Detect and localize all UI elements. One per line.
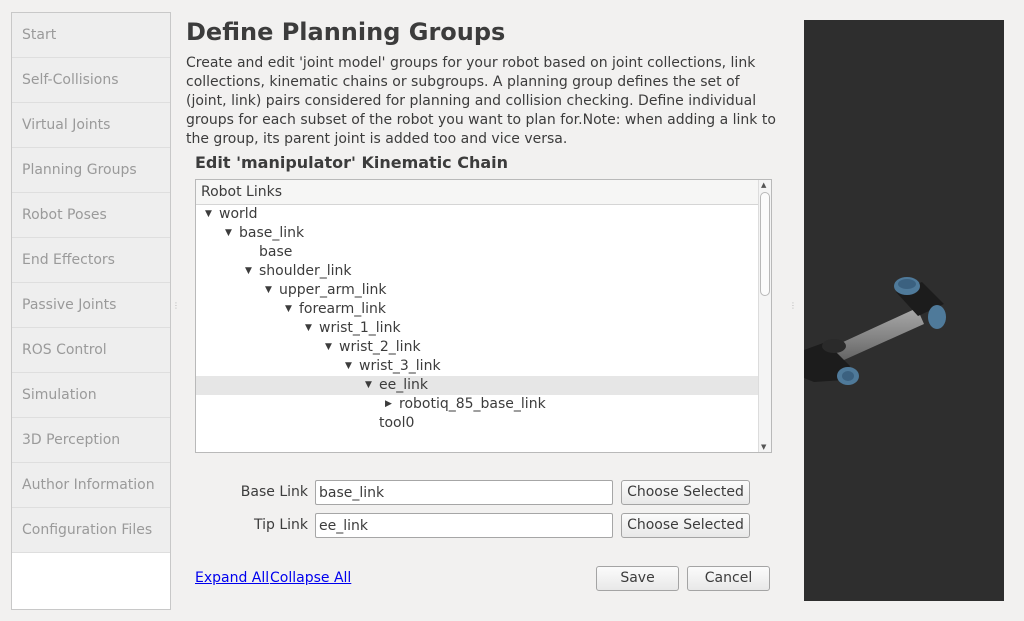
tree-vertical-scrollbar[interactable]: ▲ ▼ (758, 180, 771, 452)
tree-node-wrist-2-link[interactable]: ▼ wrist_2_link (196, 338, 759, 357)
tree-node-label: tool0 (379, 415, 415, 431)
tree-node-ee-link[interactable]: ▼ ee_link (196, 376, 759, 395)
tree-node-label: robotiq_85_base_link (399, 396, 546, 412)
page-title: Define Planning Groups (186, 18, 506, 46)
expanded-arrow-icon[interactable]: ▼ (325, 338, 332, 357)
robot-arm-render (804, 277, 946, 385)
tip-link-choose-selected-button[interactable]: Choose Selected (621, 513, 750, 538)
tree-node-label: wrist_2_link (339, 339, 421, 355)
tree-node-base[interactable]: base (196, 243, 759, 262)
sidebar-item-ros-control[interactable]: ROS Control (12, 328, 170, 373)
robot-3d-viewer[interactable] (804, 20, 1004, 601)
expanded-arrow-icon[interactable]: ▼ (305, 319, 312, 338)
tip-link-input[interactable] (315, 513, 613, 538)
tree-node-label: base (259, 244, 293, 260)
scrollbar-thumb[interactable] (760, 192, 770, 296)
wrist-joint-cap-side (928, 305, 946, 329)
tree-node-world[interactable]: ▼ world (196, 205, 759, 224)
scroll-up-arrow-icon[interactable]: ▲ (761, 181, 766, 189)
tree-node-label: forearm_link (299, 301, 387, 317)
sidebar-item-3d-perception[interactable]: 3D Perception (12, 418, 170, 463)
right-splitter-handle[interactable]: ⋮ (789, 302, 797, 310)
tree-header: Robot Links (196, 180, 759, 205)
sidebar-item-robot-poses[interactable]: Robot Poses (12, 193, 170, 238)
sidebar-item-start[interactable]: Start (12, 13, 170, 58)
collapse-all-link[interactable]: Collapse All (270, 570, 351, 586)
wizard-sidebar: Start Self-Collisions Virtual Joints Pla… (11, 12, 171, 610)
base-link-label: Base Link (240, 484, 308, 500)
expanded-arrow-icon[interactable]: ▼ (245, 262, 252, 281)
scroll-down-arrow-icon[interactable]: ▼ (761, 443, 766, 451)
section-title: Edit 'manipulator' Kinematic Chain (195, 153, 509, 172)
tree-node-label: world (219, 206, 258, 222)
expanded-arrow-icon[interactable]: ▼ (205, 205, 212, 224)
expanded-arrow-icon[interactable]: ▼ (265, 281, 272, 300)
save-button[interactable]: Save (596, 566, 679, 591)
sidebar-item-simulation[interactable]: Simulation (12, 373, 170, 418)
base-link-input[interactable] (315, 480, 613, 505)
tree-node-upper-arm-link[interactable]: ▼ upper_arm_link (196, 281, 759, 300)
tree-node-robotiq-85-base-link[interactable]: ▶ robotiq_85_base_link (196, 395, 759, 414)
expanded-arrow-icon[interactable]: ▼ (225, 224, 232, 243)
tree-node-label: ee_link (379, 377, 428, 393)
tree-node-label: shoulder_link (259, 263, 352, 279)
collapsed-arrow-icon[interactable]: ▶ (385, 395, 392, 414)
sidebar-item-end-effectors[interactable]: End Effectors (12, 238, 170, 283)
page-description: Create and edit 'joint model' groups for… (186, 55, 776, 147)
tree-node-base-link[interactable]: ▼ base_link (196, 224, 759, 243)
base-link-choose-selected-button[interactable]: Choose Selected (621, 480, 750, 505)
tree-node-label: upper_arm_link (279, 282, 387, 298)
expanded-arrow-icon[interactable]: ▼ (365, 376, 372, 395)
tree-node-label: wrist_1_link (319, 320, 401, 336)
tree-node-tool0[interactable]: tool0 (196, 414, 759, 433)
tip-link-label: Tip Link (253, 517, 308, 533)
tree-node-forearm-link[interactable]: ▼ forearm_link (196, 300, 759, 319)
expanded-arrow-icon[interactable]: ▼ (285, 300, 292, 319)
tree-node-wrist-3-link[interactable]: ▼ wrist_3_link (196, 357, 759, 376)
robot-links-tree[interactable]: Robot Links ▼ world ▼ base_link base ▼ s… (195, 179, 772, 453)
sidebar-item-passive-joints[interactable]: Passive Joints (12, 283, 170, 328)
sidebar-item-self-collisions[interactable]: Self-Collisions (12, 58, 170, 103)
expanded-arrow-icon[interactable]: ▼ (345, 357, 352, 376)
sidebar-item-author-information[interactable]: Author Information (12, 463, 170, 508)
tree-node-label: base_link (239, 225, 305, 241)
tree-node-label: wrist_3_link (359, 358, 441, 374)
expand-all-link[interactable]: Expand All (195, 570, 269, 586)
tree-node-wrist-1-link[interactable]: ▼ wrist_1_link (196, 319, 759, 338)
tree-node-shoulder-link[interactable]: ▼ shoulder_link (196, 262, 759, 281)
left-splitter-handle[interactable]: ⋮ (172, 302, 180, 310)
sidebar-item-configuration-files[interactable]: Configuration Files (12, 508, 170, 553)
sidebar-item-planning-groups[interactable]: Planning Groups (12, 148, 170, 193)
sidebar-item-virtual-joints[interactable]: Virtual Joints (12, 103, 170, 148)
cancel-button[interactable]: Cancel (687, 566, 770, 591)
